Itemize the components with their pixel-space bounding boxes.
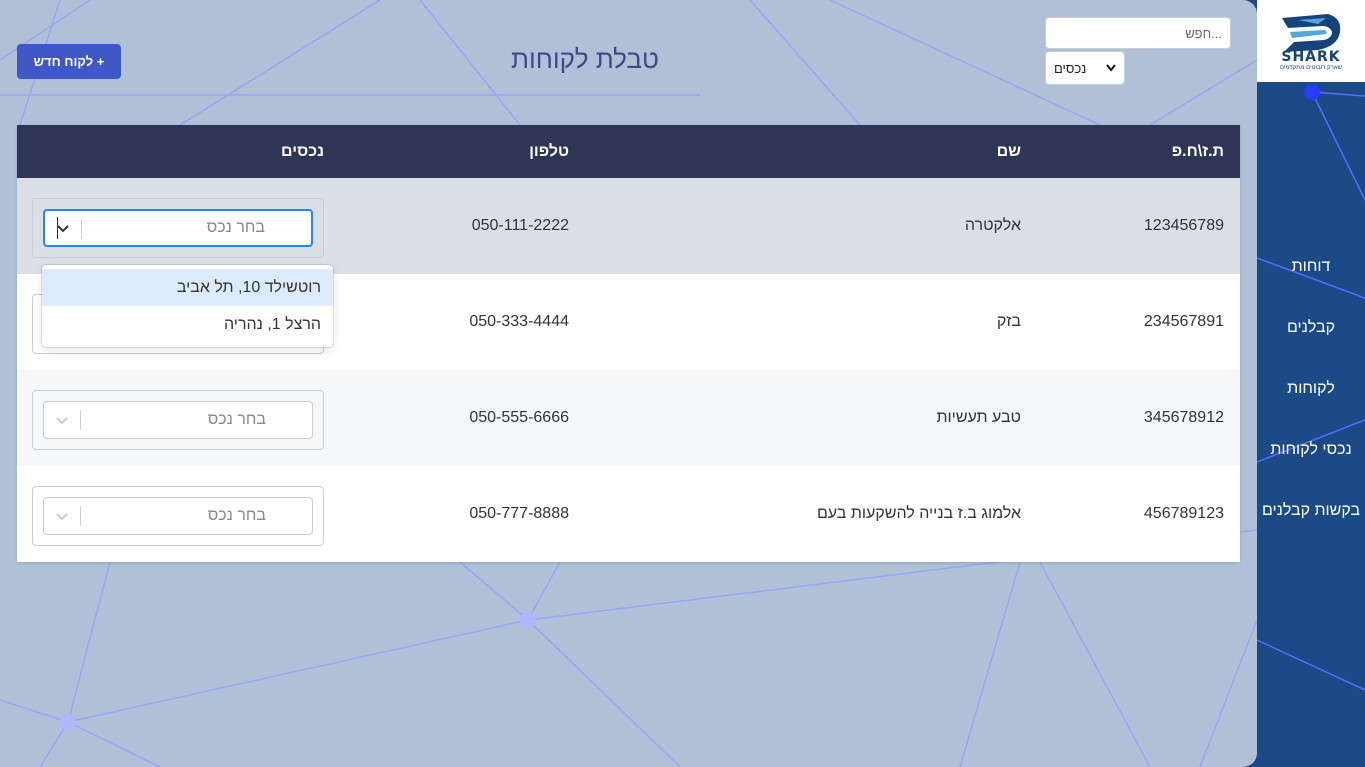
select-separator [80,506,81,526]
cell-phone: 050-777-8888 [469,505,569,522]
column-header-id: ת.ז\ח.פ [1171,143,1224,160]
sidebar-item-customer-assets[interactable]: נכסי לקוחות [1257,433,1365,494]
asset-select[interactable]: בחר נכס [43,401,313,439]
asset-select-container: בחר נכס [32,390,324,450]
asset-option[interactable]: רוטשילד 10, תל אביב [42,269,333,306]
asset-select-container: בחר נכס [32,198,324,258]
select-separator [81,219,82,239]
asset-select[interactable]: בחר נכס [43,209,313,247]
asset-option[interactable]: הרצל 1, נהריה [42,306,333,343]
column-header-assets: נכסים [281,143,324,160]
cell-name: אלמוג ב.ז בנייה להשקעות בעם [816,505,1021,522]
add-customer-button[interactable]: + לקוח חדש [17,44,121,79]
logo-name: SHARK [1281,49,1341,65]
chevron-down-icon[interactable] [53,211,73,245]
table-row: 456789123 אלמוג ב.ז בנייה להשקעות בעם 05… [17,466,1240,562]
cell-phone: 050-555-6666 [469,409,569,426]
cell-id: 456789123 [1143,505,1224,522]
cell-name: אלקטרה [964,217,1021,234]
column-header-name: שם [996,143,1021,160]
page-title: טבלת לקוחות [511,44,659,74]
chevron-down-icon [1106,64,1116,72]
table-header: ת.ז\ח.פ שם טלפון נכסים [17,125,1240,178]
asset-dropdown-menu: רוטשילד 10, תל אביב הרצל 1, נהריה [42,265,333,347]
sidebar-item-contractors[interactable]: קבלנים [1257,311,1365,372]
shark-logo-icon [1282,14,1341,52]
table-row: 123456789 אלקטרה 050-111-2222 בחר נכס [17,178,1240,275]
sidebar-nav: דוחות קבלנים לקוחות נכסי לקוחות בקשות קב… [1257,250,1365,555]
cell-phone: 050-333-4444 [469,313,569,330]
sidebar-item-customers[interactable]: לקוחות [1257,372,1365,433]
filter-select[interactable]: נכסים [1045,51,1125,85]
cell-name: בזק [996,313,1021,330]
cell-phone: 050-111-2222 [471,217,569,234]
main-panel: + לקוח חדש טבלת לקוחות נכסים ת.ז\ח.פ שם … [0,0,1257,767]
chevron-down-icon[interactable] [52,402,72,438]
asset-select-placeholder: בחר נכס [206,219,265,236]
logo[interactable]: SHARK שארק רובוטים מתקדמים [1257,0,1365,82]
asset-select-placeholder: בחר נכס [207,507,266,524]
cell-id: 234567891 [1143,313,1224,330]
filter-select-value: נכסים [1054,60,1087,76]
logo-tagline: שארק רובוטים מתקדמים [1279,65,1343,71]
asset-select-container: בחר נכס [32,486,324,546]
select-separator [80,410,81,430]
column-header-phone: טלפון [529,143,569,160]
cell-name: טבע תעשיות [936,409,1021,426]
asset-select[interactable]: בחר נכס [43,497,313,535]
table-row: 345678912 טבע תעשיות 050-555-6666 בחר נכ… [17,370,1240,467]
cell-id: 345678912 [1143,409,1224,426]
search-input[interactable] [1045,17,1231,49]
sidebar-item-contractor-requests[interactable]: בקשות קבלנים [1257,494,1365,555]
asset-select-placeholder: בחר נכס [207,411,266,428]
chevron-down-icon[interactable] [52,498,72,534]
sidebar: SHARK שארק רובוטים מתקדמים דוחות קבלנים … [1257,0,1365,767]
cell-id: 123456789 [1143,217,1224,234]
sidebar-item-reports[interactable]: דוחות [1257,250,1365,311]
